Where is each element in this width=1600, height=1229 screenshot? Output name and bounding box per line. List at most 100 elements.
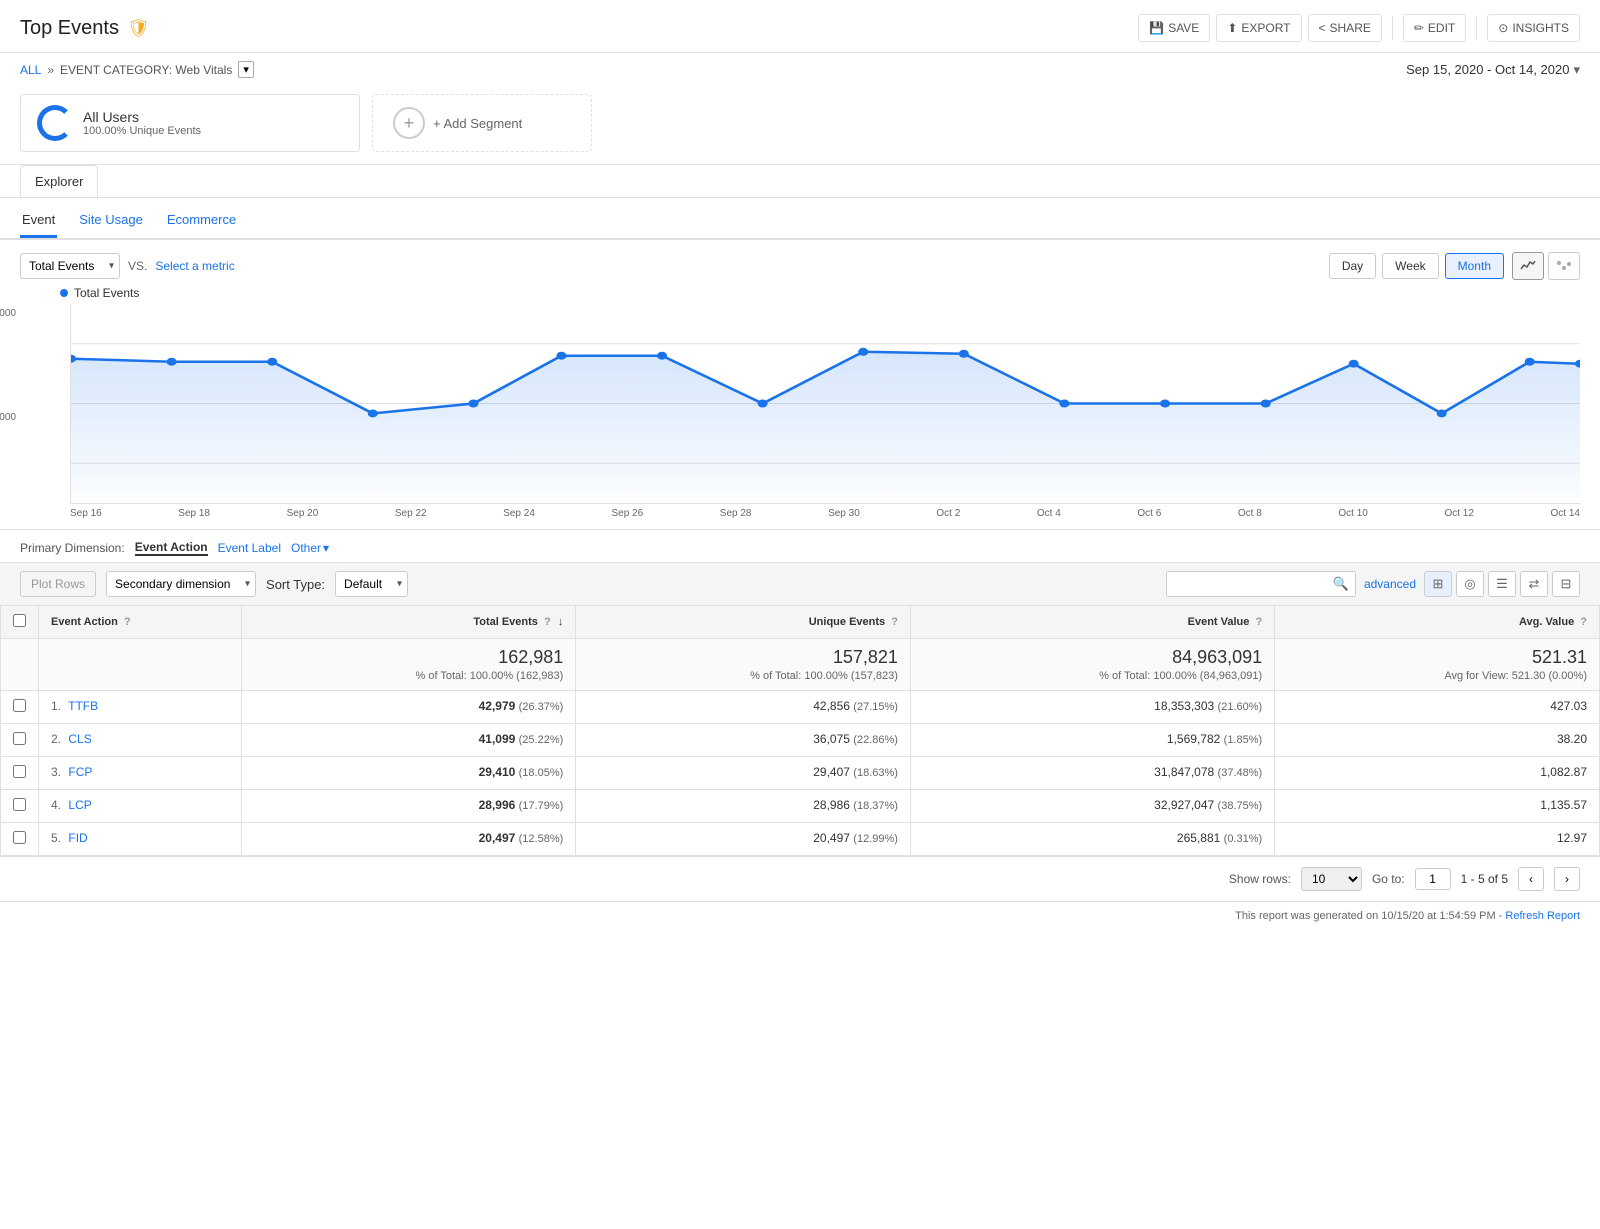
totals-total-events-cell: 162,981 % of Total: 100.00% (162,983): [241, 639, 576, 691]
th-event-value: Event Value ?: [910, 606, 1274, 639]
select-metric-link[interactable]: Select a metric: [155, 259, 234, 273]
totals-avg-value-cell: 521.31 Avg for View: 521.30 (0.00%): [1275, 639, 1600, 691]
th-checkbox: [1, 606, 39, 639]
row3-checkbox[interactable]: [13, 765, 26, 778]
row5-unique-events-cell: 20,497 (12.99%): [576, 823, 911, 856]
help-total-events-icon: ?: [544, 616, 551, 628]
save-button[interactable]: 💾 SAVE: [1138, 14, 1210, 42]
select-all-checkbox[interactable]: [13, 614, 26, 627]
breadcrumb-current: EVENT CATEGORY: Web Vitals: [60, 63, 232, 77]
row4-total-pct: (17.79%): [519, 800, 564, 812]
sort-type-select[interactable]: Default: [335, 571, 408, 597]
share-button[interactable]: < SHARE: [1308, 14, 1382, 42]
row2-num: 2.: [51, 732, 61, 746]
search-icon[interactable]: 🔍: [1333, 576, 1349, 592]
row1-total-events-cell: 42,979 (26.37%): [241, 691, 576, 724]
th-unique-events: Unique Events ?: [576, 606, 911, 639]
row2-checkbox[interactable]: [13, 732, 26, 745]
row2-total-events-cell: 41,099 (25.22%): [241, 724, 576, 757]
sub-tabs: Event Site Usage Ecommerce: [0, 198, 1600, 240]
row4-checkbox[interactable]: [13, 798, 26, 811]
time-btn-day[interactable]: Day: [1329, 253, 1376, 279]
breadcrumb-dropdown[interactable]: ▾: [238, 61, 254, 78]
table-search-input[interactable]: [1173, 577, 1333, 591]
totals-event-value-pct: % of Total: 100.00% (84,963,091): [923, 670, 1262, 682]
totals-total-events-pct: % of Total: 100.00% (162,983): [254, 670, 564, 682]
table-view-pie[interactable]: ◎: [1456, 571, 1484, 597]
tab-event[interactable]: Event: [20, 206, 57, 238]
share-icon: <: [1319, 21, 1326, 35]
totals-event-value-cell: 84,963,091 % of Total: 100.00% (84,963,0…: [910, 639, 1274, 691]
refresh-report-link[interactable]: Refresh Report: [1505, 910, 1580, 922]
row5-checkbox-cell: [1, 823, 39, 856]
row3-unique-pct: (18.63%): [853, 767, 898, 779]
segment-1-card[interactable]: All Users 100.00% Unique Events: [20, 94, 360, 152]
explorer-tab[interactable]: Explorer: [20, 165, 98, 197]
prev-page-button[interactable]: ‹: [1518, 867, 1544, 891]
row1-checkbox[interactable]: [13, 699, 26, 712]
secondary-dimension-select[interactable]: Secondary dimension: [106, 571, 256, 597]
row3-action-link[interactable]: FCP: [68, 765, 92, 779]
table-view-pivot[interactable]: ⊟: [1552, 571, 1580, 597]
line-chart-toggle[interactable]: [1512, 252, 1544, 280]
metric-dropdown[interactable]: Total Events: [20, 253, 120, 279]
table-search-area: 🔍 advanced ⊞ ◎ ☰ ⇄ ⊟: [1166, 571, 1580, 597]
breadcrumb-all[interactable]: ALL: [20, 63, 41, 77]
row5-total-events-cell: 20,497 (12.58%): [241, 823, 576, 856]
tab-site-usage[interactable]: Site Usage: [77, 206, 145, 238]
dim-event-label[interactable]: Event Label: [218, 541, 281, 555]
export-button[interactable]: ⬆ EXPORT: [1216, 14, 1301, 42]
row3-checkbox-cell: [1, 757, 39, 790]
row2-total-pct: (25.22%): [519, 734, 564, 746]
dim-other-dropdown[interactable]: ▾: [323, 541, 329, 555]
totals-avg-value-val: 521.31: [1287, 647, 1587, 668]
add-segment-card[interactable]: + + Add Segment: [372, 94, 592, 152]
chart-controls: Total Events VS. Select a metric Day Wee…: [0, 240, 1600, 286]
row3-event-value-val: 31,847,078: [1154, 765, 1214, 779]
table-row: 1. TTFB 42,979 (26.37%) 42,856 (27.15%) …: [1, 691, 1600, 724]
row3-action-cell: 3. FCP: [39, 757, 242, 790]
row5-checkbox[interactable]: [13, 831, 26, 844]
title-text: Top Events: [20, 17, 119, 40]
next-page-button[interactable]: ›: [1554, 867, 1580, 891]
advanced-link[interactable]: advanced: [1364, 577, 1416, 591]
row2-action-link[interactable]: CLS: [68, 732, 91, 746]
row3-unique-val: 29,407: [813, 765, 850, 779]
row4-action-link[interactable]: LCP: [68, 798, 91, 812]
row3-unique-events-cell: 29,407 (18.63%): [576, 757, 911, 790]
row5-action-link[interactable]: FID: [68, 831, 87, 845]
x-sep16: Sep 16: [70, 508, 102, 519]
scatter-chart-toggle[interactable]: [1548, 252, 1580, 280]
primary-dim-label: Primary Dimension:: [20, 541, 125, 555]
insights-button[interactable]: ⊙ INSIGHTS: [1487, 14, 1580, 42]
row2-action-cell: 2. CLS: [39, 724, 242, 757]
table-view-list[interactable]: ☰: [1488, 571, 1516, 597]
add-segment-icon: +: [393, 107, 425, 139]
dim-event-action[interactable]: Event Action: [135, 540, 208, 556]
table-view-icons: ⊞ ◎ ☰ ⇄ ⊟: [1424, 571, 1580, 597]
goto-label: Go to:: [1372, 872, 1405, 886]
time-btn-month[interactable]: Month: [1445, 253, 1504, 279]
y-label-mid: 5,000: [0, 412, 16, 423]
row1-action-link[interactable]: TTFB: [68, 699, 98, 713]
rows-per-page-select[interactable]: 10 25 50 100 500 1000 5000: [1301, 867, 1362, 891]
table-view-compare[interactable]: ⇄: [1520, 571, 1548, 597]
date-range-picker[interactable]: Sep 15, 2020 - Oct 14, 2020 ▾: [1406, 62, 1580, 78]
row2-event-value-val: 1,569,782: [1167, 732, 1220, 746]
row1-unique-pct: (27.15%): [853, 701, 898, 713]
row5-total-pct: (12.58%): [519, 833, 564, 845]
tab-ecommerce[interactable]: Ecommerce: [165, 206, 238, 238]
goto-page-input[interactable]: [1415, 868, 1451, 890]
edit-button[interactable]: ✏ EDIT: [1403, 14, 1466, 42]
row4-avg-cell: 1,135.57: [1275, 790, 1600, 823]
totals-avg-value-sub: Avg for View: 521.30 (0.00%): [1287, 670, 1587, 682]
metric-selector: Total Events VS. Select a metric: [20, 253, 235, 279]
y-label-top: 10,000: [0, 308, 16, 319]
time-btn-week[interactable]: Week: [1382, 253, 1438, 279]
dim-other-link[interactable]: Other: [291, 541, 321, 555]
sort-type-wrapper: Default: [335, 571, 408, 597]
row4-unique-val: 28,986: [813, 798, 850, 812]
table-view-grid[interactable]: ⊞: [1424, 571, 1452, 597]
x-oct8: Oct 8: [1238, 508, 1262, 519]
secondary-dimension-wrapper: Secondary dimension: [106, 571, 256, 597]
